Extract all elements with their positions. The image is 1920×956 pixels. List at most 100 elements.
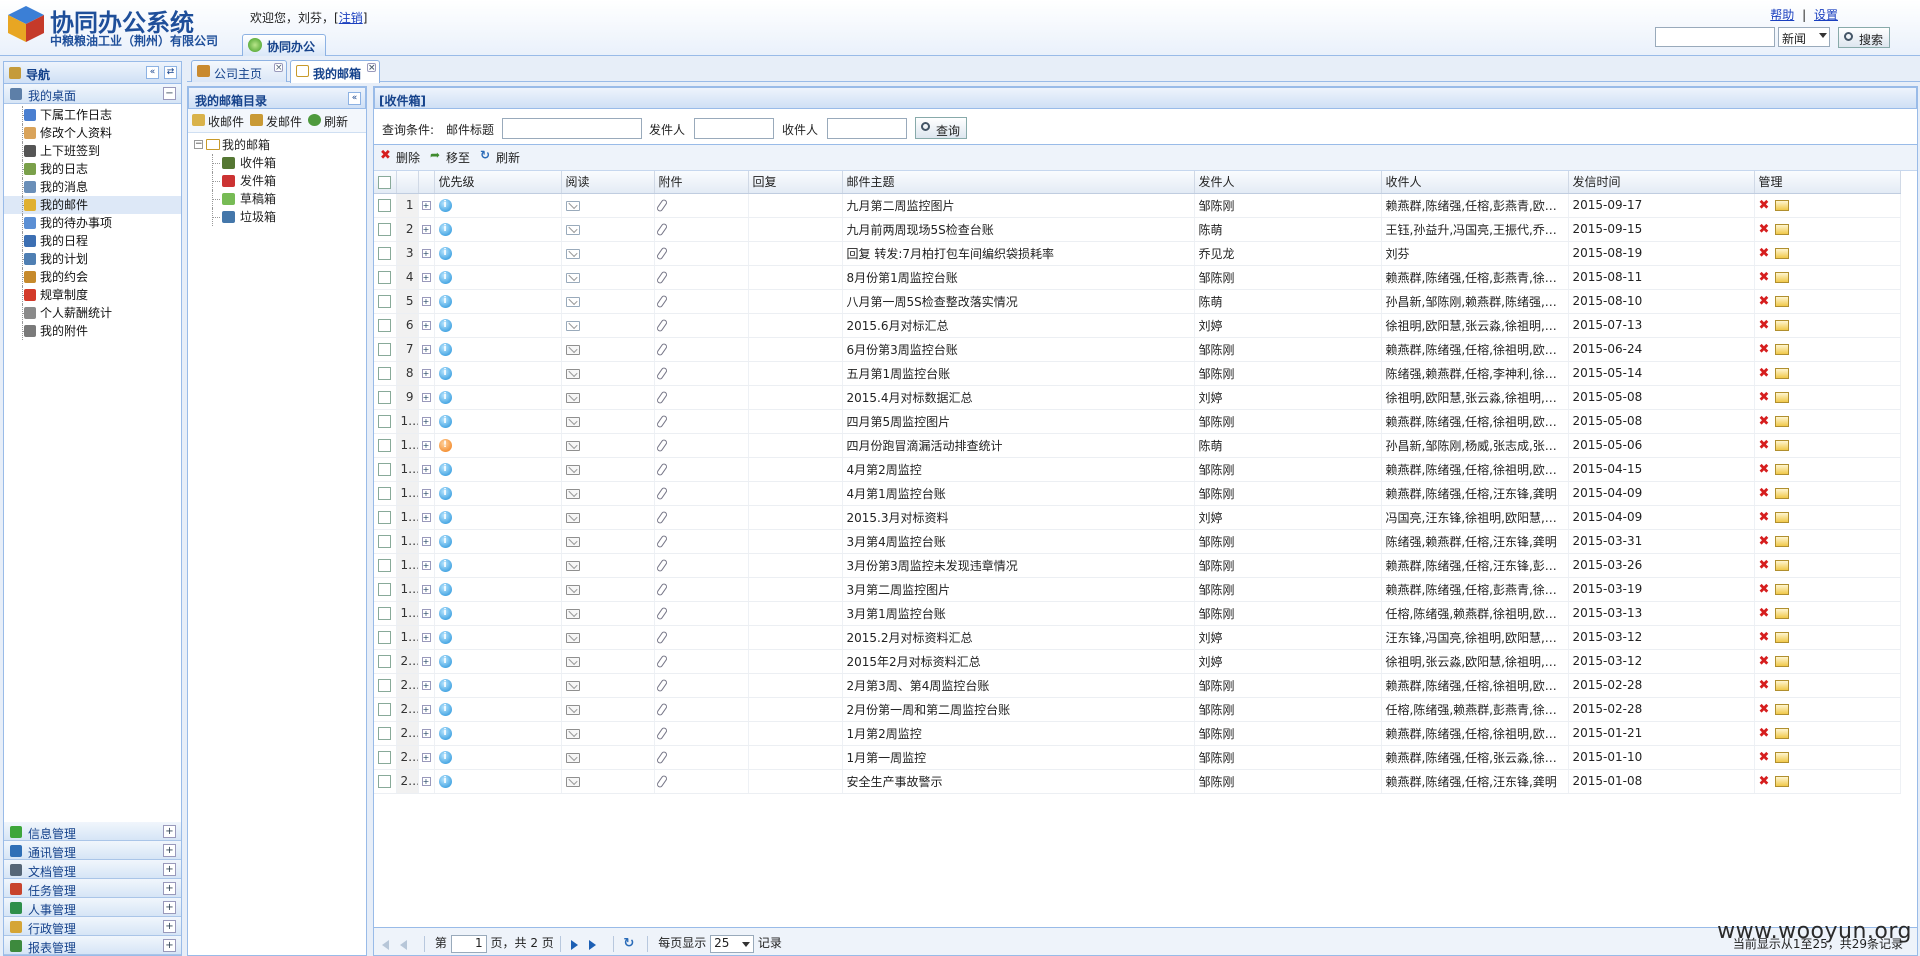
nav-item[interactable]: 我的邮件 — [4, 196, 181, 214]
table-row[interactable]: 12 + i 4月第2周监控 邹陈刚 赖燕群,陈绪强,任榕,徐祖明,欧阳慧 2015-04-… — [374, 457, 1901, 482]
row-checkbox[interactable] — [374, 697, 397, 722]
expand-row-icon[interactable]: + — [418, 361, 435, 386]
row-checkbox[interactable] — [374, 745, 397, 770]
expand-row-icon[interactable]: + — [418, 601, 435, 626]
paperclip-icon[interactable] — [655, 582, 668, 597]
table-row[interactable]: 14 + i 2015.3月对标资料 刘婷 冯国亮,汪东锋,徐祖明,欧阳慧,张云淼 2015… — [374, 505, 1901, 530]
nav-item[interactable]: 上下班签到 — [4, 142, 181, 160]
expand-icon[interactable]: + — [163, 882, 176, 895]
expand-row-icon[interactable]: + — [418, 457, 435, 482]
row-checkbox[interactable] — [374, 217, 397, 242]
collapse-icon[interactable]: − — [163, 87, 176, 100]
table-row[interactable]: 5 + i 八月第一周5S检查整改落实情况 陈萌 孙昌新,邹陈刚,赖燕群,陈绪强,任榕 20… — [374, 289, 1901, 314]
delete-icon[interactable]: ✖ — [1759, 223, 1771, 236]
search-input[interactable] — [1655, 27, 1775, 47]
delete-icon[interactable]: ✖ — [1759, 199, 1771, 212]
refresh-mailbox-button[interactable]: 刷新 — [308, 113, 348, 130]
mail-subject[interactable]: 2015.6月对标汇总 — [842, 313, 1195, 338]
prev-page-icon[interactable] — [400, 939, 410, 950]
row-checkbox[interactable] — [374, 385, 397, 410]
header-attachment[interactable]: 附件 — [654, 171, 749, 194]
mail-subject[interactable]: 6月份第3周监控台账 — [842, 337, 1195, 362]
last-page-icon[interactable] — [588, 939, 599, 950]
mail-subject[interactable]: 九月前两周现场5S检查台账 — [842, 217, 1195, 242]
mail-subject[interactable]: 2月第3周、第4周监控台账 — [842, 673, 1195, 698]
expand-row-icon[interactable]: + — [418, 337, 435, 362]
edit-icon[interactable] — [1774, 728, 1789, 739]
paperclip-icon[interactable] — [655, 294, 668, 309]
mail-subject[interactable]: 2月份第一周和第二周监控台账 — [842, 697, 1195, 722]
delete-icon[interactable]: ✖ — [1759, 463, 1771, 476]
table-row[interactable]: 18 + i 3月第1周监控台账 邹陈刚 任榕,陈绪强,赖燕群,徐祖明,欧阳慧 2015-0… — [374, 601, 1901, 626]
table-row[interactable]: 16 + i 3月份第3周监控未发现违章情况 邹陈刚 赖燕群,陈绪强,任榕,汪东锋,彭燕青… — [374, 553, 1901, 578]
delete-icon[interactable]: ✖ — [1759, 607, 1771, 620]
subject-input[interactable] — [502, 118, 642, 139]
edit-icon[interactable] — [1774, 776, 1789, 787]
paperclip-icon[interactable] — [655, 246, 668, 261]
collapse-left-icon[interactable]: « — [348, 92, 361, 105]
nav-section[interactable]: 任务管理 + — [4, 879, 181, 898]
nav-item[interactable]: 修改个人资料 — [4, 124, 181, 142]
table-row[interactable]: 1 + i 九月第二周监控图片 邹陈刚 赖燕群,陈绪强,任榕,彭燕青,欧阳慧 2015-09… — [374, 193, 1901, 218]
paperclip-icon[interactable] — [655, 198, 668, 213]
mail-subject[interactable]: 3月份第3周监控未发现违章情况 — [842, 553, 1195, 578]
edit-icon[interactable] — [1774, 560, 1789, 571]
tree-folder[interactable]: 发件箱 — [192, 172, 366, 190]
tab-company-home[interactable]: 公司主页 × — [191, 60, 287, 82]
mail-subject[interactable]: 4月第2周监控 — [842, 457, 1195, 482]
edit-icon[interactable] — [1774, 608, 1789, 619]
mail-subject[interactable]: 8月份第1周监控台账 — [842, 265, 1195, 290]
table-row[interactable]: 17 + i 3月第二周监控图片 邹陈刚 赖燕群,陈绪强,任榕,彭燕青,徐祖明 2015-0… — [374, 577, 1901, 602]
row-checkbox[interactable] — [374, 577, 397, 602]
paperclip-icon[interactable] — [655, 390, 668, 405]
refresh-icon[interactable]: ↻ — [623, 937, 634, 950]
edit-icon[interactable] — [1774, 296, 1789, 307]
sender-input[interactable] — [694, 118, 774, 139]
header-subject[interactable]: 邮件主题 — [842, 171, 1195, 194]
delete-icon[interactable]: ✖ — [1759, 367, 1771, 380]
mail-subject[interactable]: 九月第二周监控图片 — [842, 193, 1195, 218]
paperclip-icon[interactable] — [655, 678, 668, 693]
refresh-icon[interactable]: ⇄ — [164, 66, 177, 79]
send-mail-button[interactable]: 发邮件 — [250, 113, 302, 130]
mail-subject[interactable]: 3月第二周监控图片 — [842, 577, 1195, 602]
edit-icon[interactable] — [1774, 272, 1789, 283]
table-row[interactable]: 6 + i 2015.6月对标汇总 刘婷 徐祖明,欧阳慧,张云淼,徐祖明,欧阳慧 2015-… — [374, 313, 1901, 338]
delete-icon[interactable]: ✖ — [1759, 559, 1771, 572]
edit-icon[interactable] — [1774, 752, 1789, 763]
nav-item[interactable]: 规章制度 — [4, 286, 181, 304]
table-row[interactable]: 8 + i 五月第1周监控台账 邹陈刚 陈绪强,赖燕群,任榕,李神利,徐祖明 2015-05… — [374, 361, 1901, 386]
edit-icon[interactable] — [1774, 680, 1789, 691]
nav-item[interactable]: 我的计划 — [4, 250, 181, 268]
delete-icon[interactable]: ✖ — [1759, 391, 1771, 404]
next-page-icon[interactable] — [570, 939, 581, 950]
nav-section[interactable]: 文档管理 + — [4, 860, 181, 879]
row-checkbox[interactable] — [374, 529, 397, 554]
row-checkbox[interactable] — [374, 361, 397, 386]
mail-subject[interactable]: 回复 转发:7月柏打包车间编织袋损耗率 — [842, 241, 1195, 266]
paperclip-icon[interactable] — [655, 270, 668, 285]
delete-icon[interactable]: ✖ — [1759, 727, 1771, 740]
paperclip-icon[interactable] — [655, 510, 668, 525]
table-row[interactable]: 19 + i 2015.2月对标资料汇总 刘婷 汪东锋,冯国亮,徐祖明,欧阳慧,张云淼 20… — [374, 625, 1901, 650]
delete-icon[interactable]: ✖ — [1759, 631, 1771, 644]
edit-icon[interactable] — [1774, 440, 1789, 451]
expand-row-icon[interactable]: + — [418, 289, 435, 314]
paperclip-icon[interactable] — [655, 222, 668, 237]
table-row[interactable]: 20 + i 2015年2月对标资料汇总 刘婷 徐祖明,张云淼,欧阳慧,徐祖明,欧阳慧 20… — [374, 649, 1901, 674]
row-checkbox[interactable] — [374, 409, 397, 434]
nav-item[interactable]: 我的约会 — [4, 268, 181, 286]
row-checkbox[interactable] — [374, 721, 397, 746]
edit-icon[interactable] — [1774, 200, 1789, 211]
table-row[interactable]: 9 + i 2015.4月对标数据汇总 刘婷 徐祖明,欧阳慧,张云淼,徐祖明,欧阳慧 201… — [374, 385, 1901, 410]
paperclip-icon[interactable] — [655, 342, 668, 357]
paperclip-icon[interactable] — [655, 414, 668, 429]
per-page-select[interactable]: 25 — [710, 934, 755, 953]
paperclip-icon[interactable] — [655, 606, 668, 621]
recipient-input[interactable] — [827, 118, 907, 139]
delete-icon[interactable]: ✖ — [1759, 439, 1771, 452]
nav-section[interactable]: 报表管理 + — [4, 936, 181, 955]
mail-subject[interactable]: 八月第一周5S检查整改落实情况 — [842, 289, 1195, 314]
header-date[interactable]: 发信时间 — [1568, 171, 1755, 194]
mail-subject[interactable]: 1月第2周监控 — [842, 721, 1195, 746]
